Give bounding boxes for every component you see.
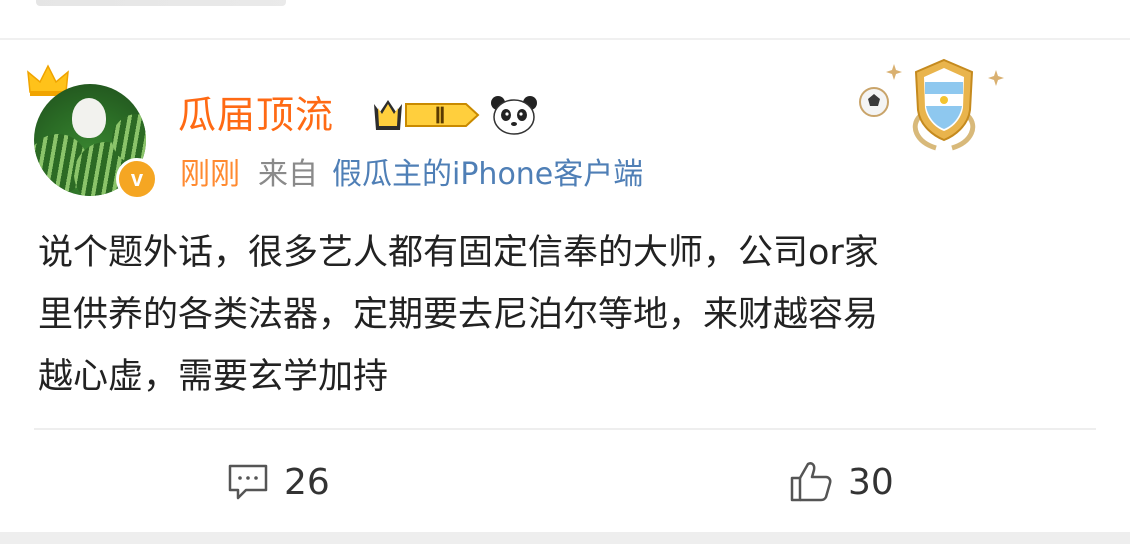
previous-post-edge [0,0,1130,38]
avatar-container[interactable]: v [26,64,158,200]
post-time: 刚刚 [180,157,240,192]
post-text-line: 里供养的各类法器，定期要去尼泊尔等地，来财越容易 [38,295,879,335]
post-body: 说个题外话，很多艺人都有固定信奉的大师，公司or家 里供养的各类法器，定期要去尼… [38,222,1098,408]
client-link[interactable]: 假瓜主的iPhone客户端 [332,157,643,192]
comment-icon [228,464,268,500]
verified-badge-icon: v [116,158,158,200]
member-level-badge-icon: Ⅱ [374,100,480,130]
divider [0,38,1130,40]
from-label: 来自 [258,157,318,192]
post-meta: 刚刚 来自 假瓜主的iPhone客户端 [180,156,643,194]
post-text-line: 越心虚，需要玄学加持 [38,357,389,397]
comment-button[interactable]: 26 [226,458,330,506]
panda-icon [491,96,537,135]
argentina-football-medal-icon[interactable] [850,56,1020,156]
post-text-line: 说个题外话，很多艺人都有固定信奉的大师，公司or家 [38,233,879,273]
thumbs-up-icon [790,462,832,502]
like-button[interactable]: 30 [788,458,894,506]
username[interactable]: 瓜届顶流 [178,92,334,138]
divider [34,428,1096,430]
comment-count: 26 [284,461,330,503]
feed-separator [0,532,1130,544]
like-count: 30 [848,461,894,503]
level-badge-text: Ⅱ [435,103,446,128]
